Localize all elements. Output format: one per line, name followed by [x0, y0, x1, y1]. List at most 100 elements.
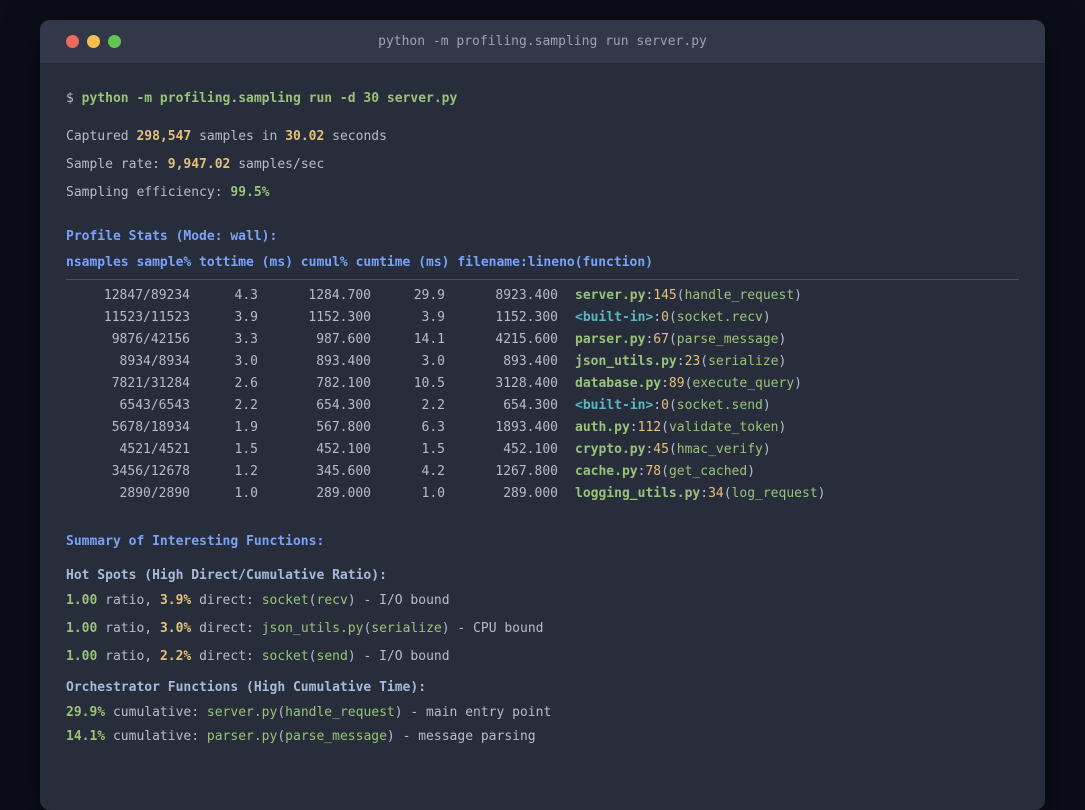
function-name: get_cached [668, 464, 748, 479]
location-cell: logging_utils.py:34(log_request) [575, 486, 826, 501]
sample-pct-cell: 3.9 [234, 310, 258, 325]
cumul-pct-cell: 4.2 [421, 464, 445, 479]
tottime-cell: 345.600 [316, 464, 371, 479]
function-name: parse_message [285, 729, 387, 744]
function-name: execute_query [692, 376, 795, 391]
orchestrator-note: - message parsing [402, 729, 536, 744]
location-cell: parser.py:67(parse_message) [575, 332, 787, 347]
ratio-label: ratio, [105, 649, 153, 664]
cumtime-cell: 1893.400 [495, 420, 558, 435]
sample-pct-cell: 1.5 [234, 442, 258, 457]
cumul-pct-cell: 29.9 [413, 288, 445, 303]
orchestrator-list: 29.9% cumulative: server.py(handle_reque… [66, 704, 1019, 746]
location-cell: server.py:145(handle_request) [575, 288, 802, 303]
cumtime-cell: 1267.800 [495, 464, 558, 479]
hot-spot-line: 1.00 ratio, 2.2% direct: socket(send) - … [66, 649, 450, 664]
efficiency-value: 99.5% [230, 185, 270, 200]
function-name: parse_message [676, 332, 779, 347]
nsamples-cell: 2890/2890 [119, 486, 190, 501]
sample-rate-unit: samples/sec [238, 157, 325, 172]
shell-prompt: $ [66, 91, 74, 106]
terminal-window: python -m profiling.sampling run server.… [40, 20, 1045, 810]
summary-heading: Summary of Interesting Functions: [66, 534, 325, 549]
profile-stats-heading: Profile Stats (Mode: wall): [66, 229, 278, 244]
cumtime-cell: 654.300 [503, 398, 558, 413]
tottime-cell: 567.800 [316, 420, 371, 435]
efficiency-label: Sampling efficiency: [66, 185, 223, 200]
cumul-pct-cell: 1.0 [421, 486, 445, 501]
sample-pct-cell: 2.2 [234, 398, 258, 413]
direct-pct: 3.0% [159, 621, 192, 636]
location-cell: auth.py:112(validate_token) [575, 420, 787, 435]
cumul-pct-cell: 2.2 [421, 398, 445, 413]
filename: database.py [575, 376, 662, 391]
function-name: socket.recv [676, 310, 763, 325]
cumul-pct-cell: 3.0 [421, 354, 445, 369]
function-name: serialize [708, 354, 779, 369]
maximize-button[interactable] [108, 35, 121, 48]
target-name: json_utils.py [261, 621, 364, 636]
filename: json_utils.py [575, 354, 677, 369]
line-number: 0 [661, 310, 669, 325]
nsamples-cell: 6543/6543 [119, 398, 190, 413]
sample-pct-cell: 1.0 [234, 486, 258, 501]
tottime-cell: 782.100 [316, 376, 371, 391]
tottime-cell: 987.600 [316, 332, 371, 347]
line-number: 112 [637, 420, 662, 435]
sample-pct-cell: 2.6 [234, 376, 258, 391]
line-number: 89 [668, 376, 685, 391]
target-name: socket [261, 593, 309, 608]
nsamples-cell: 12847/89234 [103, 288, 190, 303]
minimize-button[interactable] [87, 35, 100, 48]
line-number: 45 [653, 442, 669, 457]
efficiency-line: Sampling efficiency: 99.5% [66, 184, 1019, 202]
function-name: validate_token [668, 420, 779, 435]
sample-pct-cell: 1.9 [234, 420, 258, 435]
cumulative-label: cumulative: [112, 729, 200, 744]
tottime-cell: 893.400 [316, 354, 371, 369]
captured-mid-label: samples in [199, 129, 278, 144]
table-row: 7821/31284 2.6 782.100 10.5 3128.400 database… [66, 373, 1019, 395]
ratio-label: ratio, [105, 621, 153, 636]
tottime-cell: 452.100 [316, 442, 371, 457]
cumtime-cell: 3128.400 [495, 376, 558, 391]
window-title: python -m profiling.sampling run server.… [378, 34, 707, 49]
captured-line: Captured 298,547 samples in 30.02 second… [66, 128, 1019, 146]
filename: <built-in> [575, 398, 654, 413]
table-row: 5678/18934 1.9 567.800 6.3 1893.400 auth.py:1… [66, 417, 1019, 439]
filename: parser.py [575, 332, 646, 347]
hot-spots-heading: Hot Spots (High Direct/Cumulative Ratio)… [66, 568, 387, 583]
method-name: send [316, 649, 348, 664]
captured-label: Captured [66, 129, 129, 144]
table-row: 3456/12678 1.2 345.600 4.2 1267.800 cache.py:… [66, 461, 1019, 483]
filename: <built-in> [575, 310, 654, 325]
target-name: socket [261, 649, 309, 664]
bound-note: - I/O bound [363, 593, 450, 608]
direct-pct: 2.2% [159, 649, 192, 664]
cumul-pct-cell: 6.3 [421, 420, 445, 435]
method-name: serialize [371, 621, 442, 636]
hot-spot-line: 1.00 ratio, 3.9% direct: socket(recv) - … [66, 593, 450, 608]
line-number: 23 [684, 354, 701, 369]
captured-count: 298,547 [136, 129, 192, 144]
close-button[interactable] [66, 35, 79, 48]
command-text: python -m profiling.sampling run -d 30 s… [81, 91, 458, 106]
nsamples-cell: 4521/4521 [119, 442, 190, 457]
filename: cache.py [575, 464, 638, 479]
line-number: 78 [645, 464, 662, 479]
bound-note: - I/O bound [363, 649, 450, 664]
nsamples-cell: 3456/12678 [111, 464, 190, 479]
table-row: 9876/42156 3.3 987.600 14.1 4215.600 parser.p… [66, 329, 1019, 351]
cumtime-cell: 452.100 [503, 442, 558, 457]
cumul-pct-cell: 1.5 [421, 442, 445, 457]
sample-rate-value: 9,947.02 [167, 157, 231, 172]
direct-label: direct: [199, 649, 254, 664]
file-name: server.py [206, 705, 278, 720]
direct-pct: 3.9% [159, 593, 192, 608]
tottime-cell: 1284.700 [308, 288, 371, 303]
location-cell: database.py:89(execute_query) [575, 376, 802, 391]
cumtime-cell: 4215.600 [495, 332, 558, 347]
cumtime-cell: 893.400 [503, 354, 558, 369]
captured-unit-label: seconds [332, 129, 387, 144]
cumulative-pct: 29.9% [66, 705, 106, 720]
